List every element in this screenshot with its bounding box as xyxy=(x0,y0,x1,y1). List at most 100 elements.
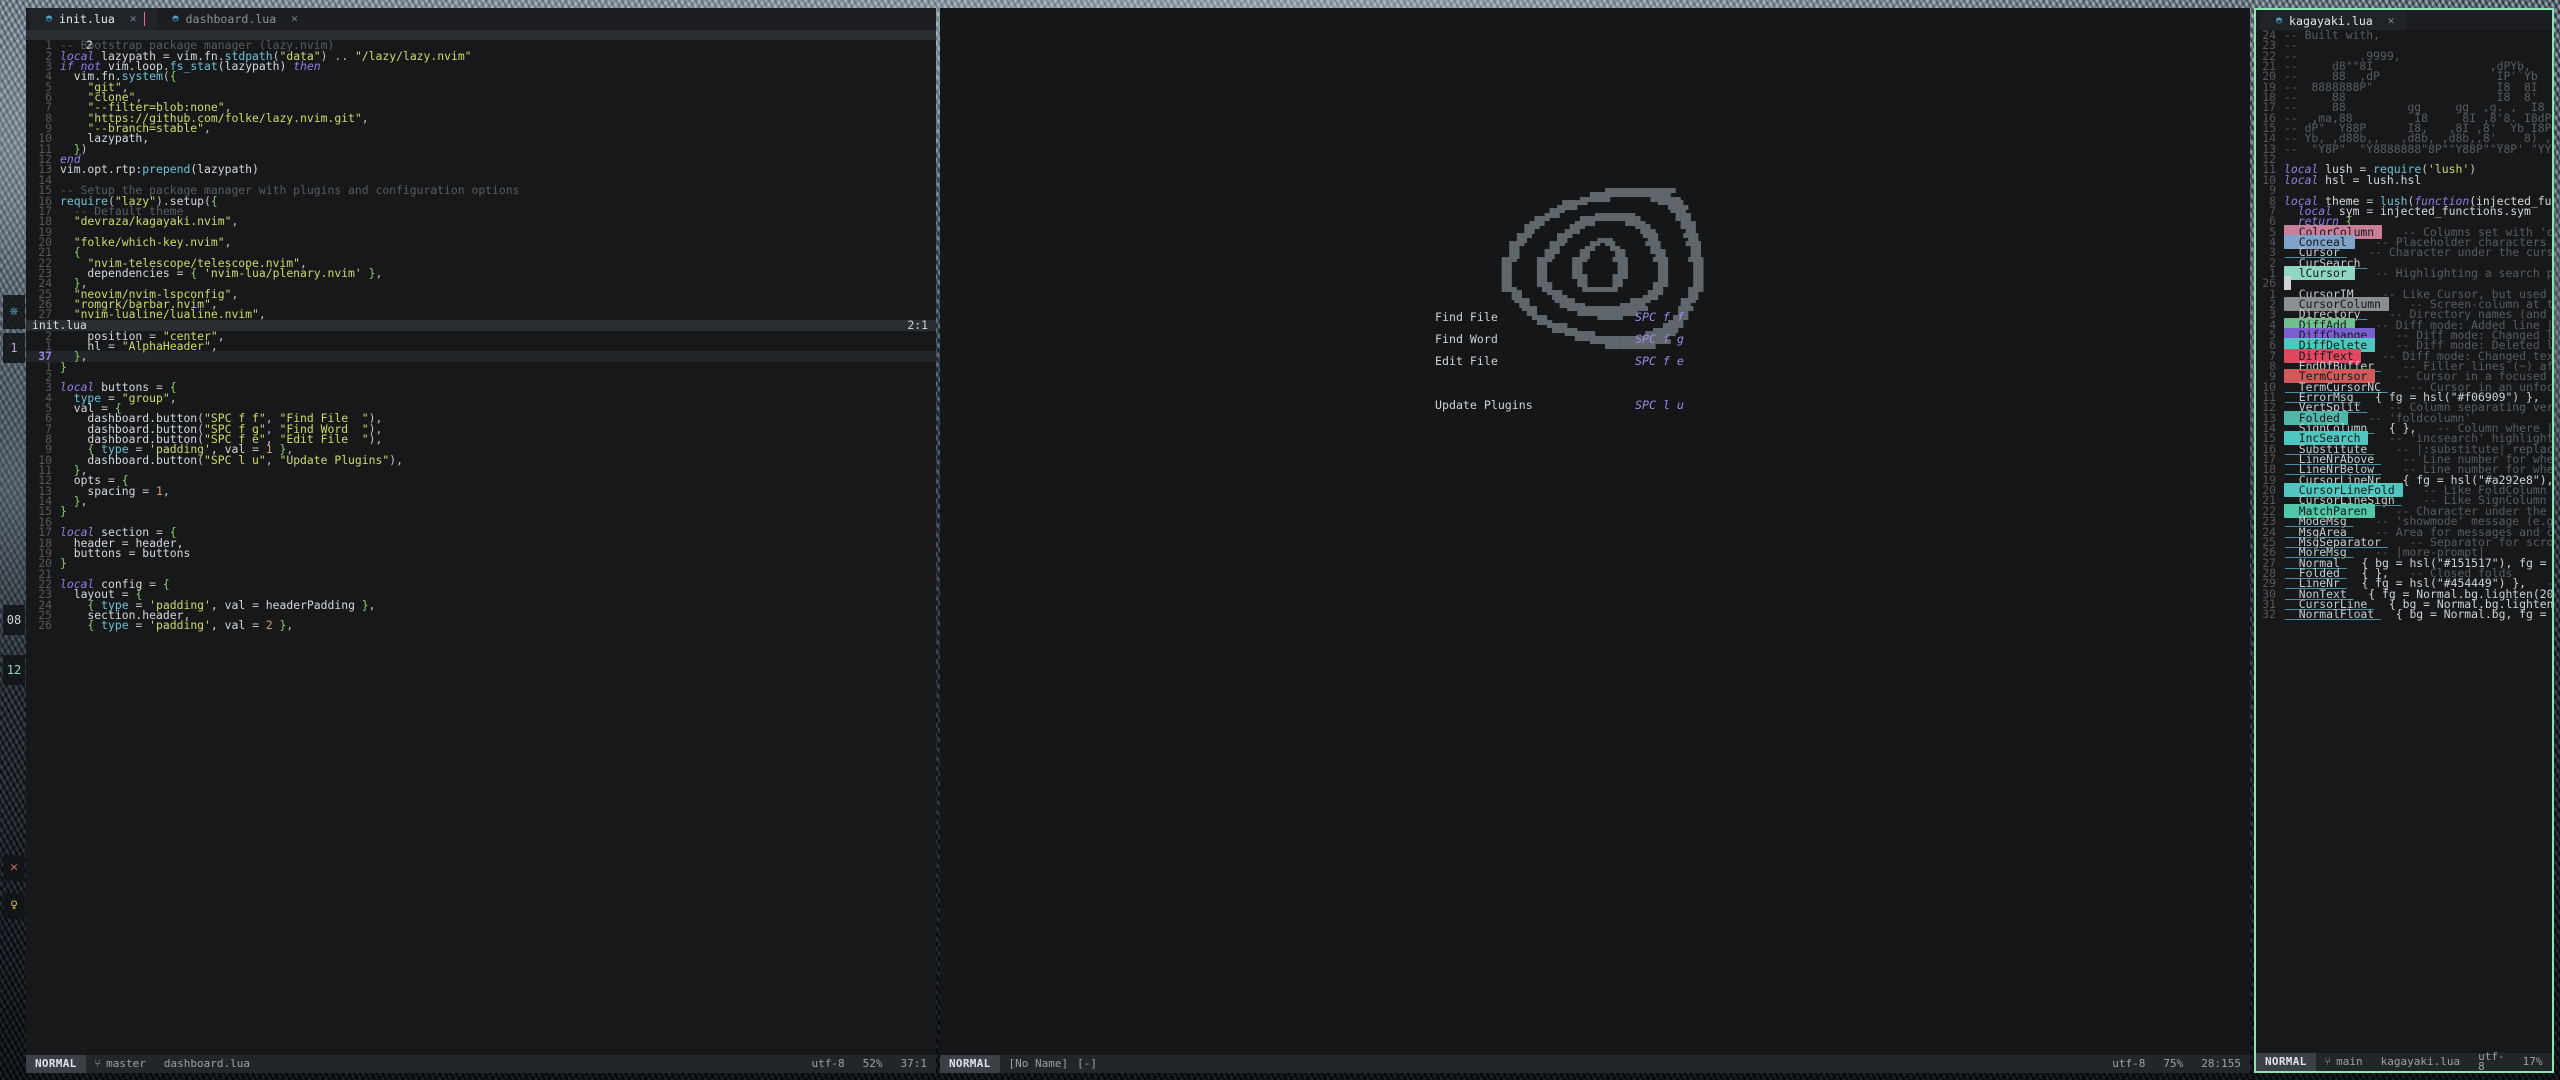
code-token: , xyxy=(231,286,239,301)
sidebar-item-close[interactable]: ✕ xyxy=(3,855,25,881)
code-token: = xyxy=(135,618,150,633)
code-token: , xyxy=(80,349,88,364)
dashboard-button-keybind: SPC l u xyxy=(1635,397,1684,412)
code-line[interactable]: 1} xyxy=(26,359,936,374)
code-token: } xyxy=(73,494,81,509)
tab-dashboard-lua[interactable]: ◓ dashboard.lua ✕ xyxy=(156,8,310,30)
code-line[interactable]: 13-- "Y8P" "Y8888888"8P""Y88P""Y8P' "YY8… xyxy=(2256,143,2552,155)
code-token: = xyxy=(108,338,122,353)
code-token: = xyxy=(128,545,143,560)
dashboard-button-keybind: SPC f e xyxy=(1635,353,1684,368)
code-token: { xyxy=(210,193,218,208)
left-top-split-lines[interactable]: 1 -- Bootstrap package manager (lazy.nvim… xyxy=(26,39,936,320)
dashboard-button-label: Edit File xyxy=(1435,353,1498,368)
code-token: , val xyxy=(210,618,253,633)
snowflake-icon: ❊ xyxy=(10,303,18,319)
status-right-group: utf-8 52% 37:1 xyxy=(803,1056,937,1070)
code-token: = xyxy=(2366,203,2381,218)
code-token: , xyxy=(217,328,225,343)
status-right-group: utf-8 17% 26:5 xyxy=(2469,1051,2553,1071)
dashboard-buttons[interactable]: Find File SPC f f Find Word SPC f g Edit Fil… xyxy=(940,306,2250,416)
code-token: then xyxy=(293,59,321,74)
sidebar-item-bulb[interactable]: ♀ xyxy=(3,893,25,919)
right-highlight-rows[interactable]: 5 ColorColumn -- Columns set with 'color… xyxy=(2256,224,2552,622)
code-line[interactable]: 27 "nvim-lualine/lualine.nvim", xyxy=(26,308,936,320)
code-line[interactable]: 23 dependencies = { 'nvim-lua/plenary.nv… xyxy=(26,265,936,280)
code-line[interactable]: 26 { type = 'padding', val = 2 }, xyxy=(26,618,936,633)
highlight-comment: -- Highlighting a search pattern under t… xyxy=(2375,265,2552,280)
dashboard-button[interactable]: Find File SPC f f xyxy=(940,306,2250,328)
code-token: ( xyxy=(204,193,211,208)
tab-init-lua[interactable]: ◓ init.lua ✕ xyxy=(30,8,157,30)
tab-label: kagayaki.lua xyxy=(2289,13,2373,28)
dashboard-button-label: Update Plugins xyxy=(1435,397,1533,412)
status-percent: 52% xyxy=(862,1056,883,1070)
close-icon[interactable]: ✕ xyxy=(130,13,137,24)
middle-neovim-window[interactable]: ▄▄▄▄▄▄▄▄▄▄▄▄▄▄ ▄▄████▀▀▀▀▀▀▀▀████▄▄ ▄███… xyxy=(940,8,2250,1073)
status-position: 26:5 xyxy=(2552,1057,2553,1067)
code-token: , xyxy=(375,265,383,280)
code-token: "folke/which-key.nvim" xyxy=(73,234,225,249)
dashboard-button[interactable]: Edit File SPC f e xyxy=(940,350,2250,372)
right-tabline: ◓ kagayaki.lua ✕ xyxy=(2256,10,2552,32)
lua-icon: ◓ xyxy=(46,12,53,24)
highlight-group-row[interactable]: 1 lCursor -- Highlighting a search patte… xyxy=(2256,265,2552,280)
code-token: headerPadding xyxy=(265,597,355,612)
code-token: (lazypath) xyxy=(190,162,259,177)
close-icon: ✕ xyxy=(10,859,18,875)
code-line[interactable]: 10 local hsl = lush.hsl xyxy=(2256,172,2552,187)
code-token: { xyxy=(169,69,177,84)
left-bottom-split-lines[interactable]: 2 position = "center", 1 hl = "AlphaHeade… xyxy=(26,328,936,633)
code-line[interactable]: 18 "devraza/kagayaki.nvim", xyxy=(26,214,936,229)
code-line[interactable]: 24 -- Built with, xyxy=(2256,30,2552,41)
code-line[interactable]: 4 type = "group", xyxy=(26,392,936,404)
code-token: } xyxy=(354,597,369,612)
code-token: 'padding' xyxy=(149,618,211,633)
code-line[interactable]: 13 vim.opt.rtp:prepend(lazypath) xyxy=(26,162,936,177)
code-line[interactable]: 11 }) xyxy=(26,143,936,155)
code-line[interactable]: 1 hl = "AlphaHeader", xyxy=(26,338,936,353)
dashboard-button[interactable]: Find Word SPC f g xyxy=(940,328,2250,350)
sidebar-item-workspace-12[interactable]: 12 xyxy=(3,655,25,685)
close-icon[interactable]: ✕ xyxy=(2388,15,2395,26)
code-line[interactable]: 20 "folke/which-key.nvim", xyxy=(26,234,936,249)
code-token: , xyxy=(231,214,239,229)
right-neovim-window[interactable]: ◓ kagayaki.lua ✕ 24 -- Built with, 23 -- 22-… xyxy=(2254,8,2554,1073)
highlight-comment: -- Character under the cursor xyxy=(2347,245,2552,260)
code-line[interactable]: 4 vim.fn.system({ xyxy=(26,69,936,84)
sidebar-item-workspace-1[interactable]: 1 xyxy=(3,333,25,363)
code-token: } xyxy=(73,349,81,364)
code-token: ), xyxy=(368,432,383,447)
code-line[interactable]: 22 local config = { xyxy=(26,578,936,590)
code-token: } xyxy=(60,359,67,374)
line-number: 32 xyxy=(2262,607,2276,622)
left-neovim-window[interactable]: ◓ init.lua ✕ ◓ dashboard.lua ✕ 2 1 -- Boo… xyxy=(26,8,936,1073)
code-token: , xyxy=(368,597,376,612)
code-line[interactable]: 9 "--branch=stable", xyxy=(26,122,936,134)
code-line[interactable]: 19 buttons = buttons xyxy=(26,545,936,560)
status-branch: ⑂ master xyxy=(86,1058,155,1069)
dashboard-button-label: Find File xyxy=(1435,309,1498,324)
code-token: { xyxy=(87,618,102,633)
code-token: = xyxy=(2352,172,2367,187)
code-line[interactable]: 10 dashboard.button("SPC l u", "Update P… xyxy=(26,454,936,466)
code-line[interactable]: 13 spacing = 1, xyxy=(26,485,936,497)
status-percent: 17% xyxy=(2522,1054,2543,1068)
right-header-lines[interactable]: 24 -- Built with, 23 -- 22 -- .9999, 21 -- d8""… xyxy=(2256,30,2552,227)
right-editor-area[interactable]: 24 -- Built with, 23 -- 22 -- .9999, 21 -- d8""… xyxy=(2256,30,2552,1053)
code-line[interactable]: 15} xyxy=(26,506,936,518)
sidebar-item-snowflake[interactable]: ❊ xyxy=(3,295,25,329)
dashboard-button[interactable]: Update Plugins SPC l u xyxy=(940,394,2250,416)
status-right-group: utf-8 75% 28:155 xyxy=(2103,1058,2250,1069)
code-token: local xyxy=(2284,172,2326,187)
tab-kagayaki-lua[interactable]: ◓ kagayaki.lua ✕ xyxy=(2260,10,2407,32)
status-branch: ⑂ main xyxy=(2316,1056,2372,1067)
sidebar-item-workspace-08[interactable]: 08 xyxy=(3,605,25,635)
tab-separator xyxy=(143,12,145,26)
highlight-group-row[interactable]: 32 NormalFloat { bg = Normal.bg, fg = No… xyxy=(2256,607,2552,622)
lua-icon: ◓ xyxy=(2276,14,2283,26)
left-editor-area[interactable]: 2 1 -- Bootstrap package manager (lazy.nv… xyxy=(26,30,936,1055)
dashboard-area[interactable]: ▄▄▄▄▄▄▄▄▄▄▄▄▄▄ ▄▄████▀▀▀▀▀▀▀▀████▄▄ ▄███… xyxy=(940,8,2250,1055)
close-icon[interactable]: ✕ xyxy=(291,13,298,24)
